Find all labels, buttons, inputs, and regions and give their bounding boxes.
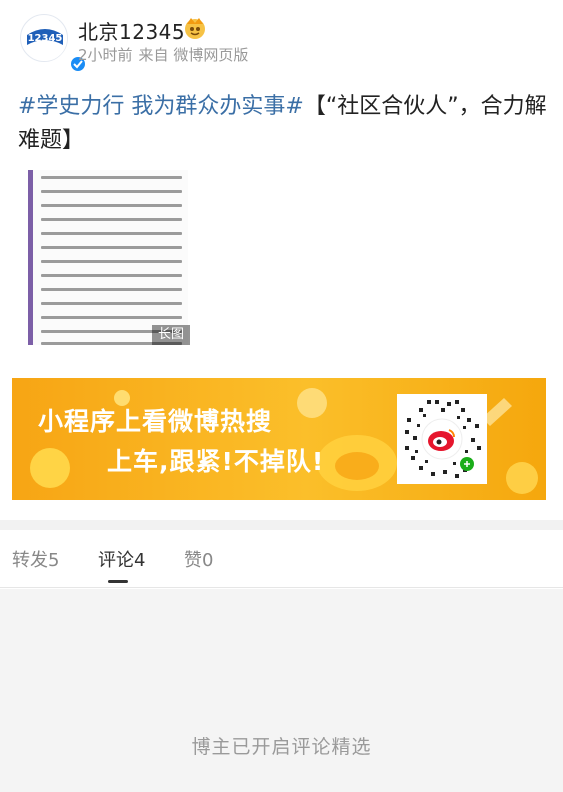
post-time: 2小时前 xyxy=(78,46,133,64)
post-text: #学史力行 我为群众办实事#【“社区合伙人”，合力解难题】 xyxy=(18,90,548,158)
banner-title: 小程序上看微博热搜 xyxy=(38,407,273,436)
mini-program-banner[interactable]: 小程序上看微博热搜 上车,跟紧!不掉队! xyxy=(12,378,546,500)
hashtag-link[interactable]: #学史力行 我为群众办实事# xyxy=(18,94,304,119)
post-header: 12345 北京12345 2小时前 来自 微博网页版 xyxy=(0,0,563,80)
comment-area: 博主已开启评论精选 xyxy=(0,589,563,792)
avatar-logo-icon: 12345 xyxy=(23,17,67,61)
tab-comments[interactable]: 评论4 xyxy=(98,546,145,572)
svg-text:12345: 12345 xyxy=(28,33,63,44)
long-image-thumbnail[interactable] xyxy=(28,170,188,345)
post-source: 来自 微博网页版 xyxy=(138,46,249,64)
avatar[interactable]: 12345 xyxy=(20,14,87,73)
active-tab-indicator xyxy=(108,580,128,583)
section-separator xyxy=(0,520,563,530)
tab-likes[interactable]: 赞0 xyxy=(184,546,213,572)
member-crown-icon xyxy=(185,18,205,39)
long-image-badge: 长图 xyxy=(152,325,190,345)
post-meta: 2小时前 来自 微博网页版 xyxy=(78,44,254,65)
qr-code-icon xyxy=(397,394,487,484)
user-name[interactable]: 北京12345 xyxy=(78,16,185,45)
tab-reposts[interactable]: 转发5 xyxy=(12,546,59,572)
weibo-post-page: 12345 北京12345 2小时前 来自 微博网页版 #学史力行 我为群众办实事… xyxy=(0,0,563,792)
post-tabs: 转发5 评论4 赞0 xyxy=(0,530,563,588)
comments-selected-note: 博主已开启评论精选 xyxy=(191,736,372,758)
banner-subtitle: 上车,跟紧!不掉队! xyxy=(107,447,325,476)
